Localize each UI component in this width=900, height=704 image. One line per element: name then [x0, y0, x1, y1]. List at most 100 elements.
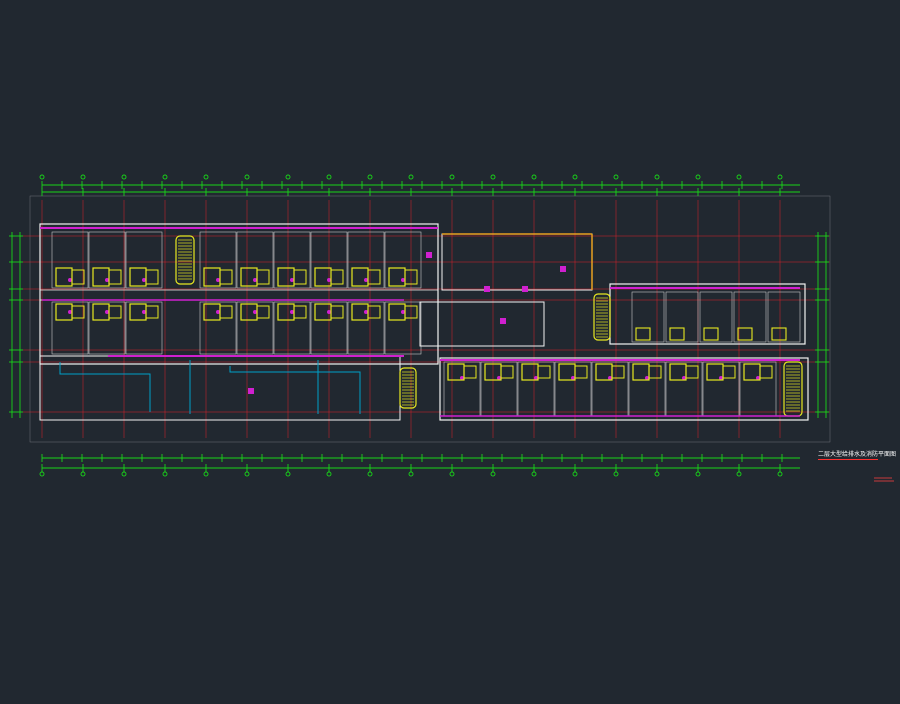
- sink-fixture: [722, 365, 736, 379]
- axis-bubble: [695, 174, 701, 180]
- sink-fixture: [611, 365, 625, 379]
- axis-bubble: [695, 471, 701, 477]
- room: [517, 361, 555, 417]
- room: [628, 361, 666, 417]
- stair-lower: [399, 367, 417, 409]
- toilet-fixture: [314, 267, 332, 287]
- riser: [253, 310, 257, 314]
- toilet-fixture: [203, 267, 221, 287]
- room: [199, 301, 237, 355]
- axis-bubble: [654, 174, 660, 180]
- left-lower-hall: [39, 355, 401, 421]
- room: [347, 301, 385, 355]
- right-upper-wing: [609, 283, 806, 345]
- sink-fixture: [463, 365, 477, 379]
- sink-fixture: [759, 365, 773, 379]
- axis-bubble: [449, 471, 455, 477]
- axis-bubble: [285, 174, 291, 180]
- valve-marker: [500, 318, 506, 324]
- room: [767, 291, 801, 343]
- axis-grid: [22, 200, 830, 438]
- title-underline: [818, 459, 878, 460]
- axis-bubble: [531, 471, 537, 477]
- axis-bubble: [777, 174, 783, 180]
- riser: [364, 278, 368, 282]
- toilet-fixture: [55, 267, 73, 287]
- title-block: 二层大型给排水及消防平面图: [818, 451, 900, 491]
- axis-bubble: [39, 471, 45, 477]
- room: [554, 361, 592, 417]
- axis-bubble: [162, 471, 168, 477]
- axis-bubble: [777, 471, 783, 477]
- stair-mid: [593, 293, 611, 341]
- riser: [364, 310, 368, 314]
- drawing-note-mark: [874, 477, 894, 482]
- riser: [216, 278, 220, 282]
- sink-fixture: [145, 269, 159, 285]
- toilet-fixture: [669, 327, 685, 341]
- room: [273, 301, 311, 355]
- sink-fixture: [71, 305, 85, 319]
- axis-bubble: [326, 174, 332, 180]
- riser: [290, 278, 294, 282]
- riser: [327, 278, 331, 282]
- valve-marker: [484, 286, 490, 292]
- axis-bubble: [326, 471, 332, 477]
- axis-bubble: [572, 174, 578, 180]
- axis-bubble: [736, 174, 742, 180]
- sink-fixture: [293, 269, 307, 285]
- sink-fixture: [108, 305, 122, 319]
- axis-bubble: [490, 471, 496, 477]
- sink-fixture: [330, 269, 344, 285]
- room: [88, 301, 126, 355]
- room: [699, 291, 733, 343]
- axis-bubble: [531, 174, 537, 180]
- room: [384, 301, 422, 355]
- floor-plan-drawing: [9, 174, 831, 477]
- riser: [216, 310, 220, 314]
- axis-bubble: [408, 471, 414, 477]
- valve-marker: [560, 266, 566, 272]
- sink-fixture: [685, 365, 699, 379]
- sink-fixture: [219, 269, 233, 285]
- axis-bubble: [367, 471, 373, 477]
- room: [702, 361, 740, 417]
- drain-pipe: [59, 362, 151, 412]
- axis-bubble: [613, 471, 619, 477]
- axis-bubble: [285, 471, 291, 477]
- axis-bubble: [367, 174, 373, 180]
- room: [739, 361, 777, 417]
- valve-marker: [248, 388, 254, 394]
- axis-bubble: [654, 471, 660, 477]
- sink-fixture: [256, 305, 270, 319]
- toilet-fixture: [277, 267, 295, 287]
- sink-fixture: [500, 365, 514, 379]
- axis-bubble: [244, 471, 250, 477]
- axis-bubble: [449, 174, 455, 180]
- axis-bubble: [80, 471, 86, 477]
- room: [480, 361, 518, 417]
- riser: [401, 278, 405, 282]
- sink-fixture: [293, 305, 307, 319]
- axis-bubble: [203, 174, 209, 180]
- staircases: [175, 235, 803, 417]
- sink-fixture: [219, 305, 233, 319]
- toilet-fixture: [240, 267, 258, 287]
- toilet-fixture: [388, 267, 406, 287]
- axis-bubble: [736, 471, 742, 477]
- stair-left: [175, 235, 195, 285]
- riser: [401, 310, 405, 314]
- room: [665, 291, 699, 343]
- riser: [290, 310, 294, 314]
- axis-bubble: [490, 174, 496, 180]
- cad-viewport[interactable]: 二层大型给排水及消防平面图: [0, 0, 900, 700]
- riser: [142, 278, 146, 282]
- riser: [142, 310, 146, 314]
- riser: [253, 278, 257, 282]
- stair-right: [783, 361, 803, 417]
- riser: [327, 310, 331, 314]
- drawing-title: 二层大型给排水及消防平面图: [818, 451, 897, 458]
- toilet-fixture: [703, 327, 719, 341]
- toilet-fixture: [771, 327, 787, 341]
- sink-fixture: [330, 305, 344, 319]
